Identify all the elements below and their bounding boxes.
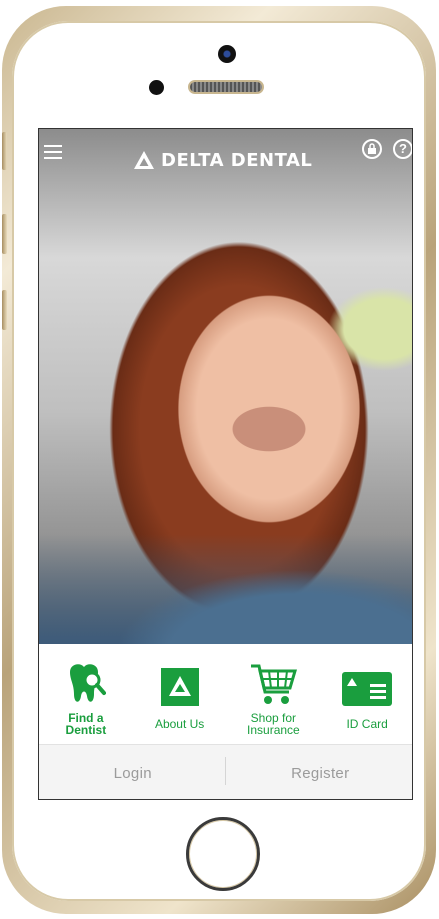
delta-triangle-icon [134, 151, 154, 169]
earpiece-speaker [188, 80, 264, 94]
shopping-cart-icon [249, 658, 298, 706]
shop-for-insurance-button[interactable]: Shop for Insurance [227, 644, 321, 744]
login-button[interactable]: Login [39, 745, 227, 799]
find-a-dentist-label: Find a Dentist [65, 711, 107, 737]
lock-icon[interactable] [362, 139, 382, 159]
logo-text: DELTA DENTAL [161, 149, 313, 171]
app-screen: DELTA DENTAL ? Find a Dentist About Us S… [38, 128, 413, 800]
home-button[interactable] [186, 817, 260, 891]
proximity-sensor [149, 80, 164, 95]
mute-switch [2, 132, 7, 170]
find-a-dentist-button[interactable]: Find a Dentist [39, 644, 133, 744]
id-card-button[interactable]: ID Card [320, 644, 412, 744]
id-card-icon [342, 658, 393, 706]
hamburger-menu-icon[interactable] [44, 145, 62, 159]
delta-logo-icon [160, 658, 199, 706]
front-camera [218, 45, 236, 63]
auth-bar: Login Register [39, 744, 413, 799]
shop-for-insurance-label: Shop for Insurance [247, 711, 300, 737]
quick-actions-bar: Find a Dentist About Us Shop for Insuran… [39, 644, 412, 744]
id-card-label: ID Card [346, 717, 388, 731]
volume-up-button [2, 214, 7, 254]
hero-image-jacket [39, 534, 412, 644]
help-icon[interactable]: ? [393, 139, 412, 159]
hero-image [39, 129, 412, 644]
volume-down-button [2, 290, 7, 330]
top-bar: DELTA DENTAL ? [39, 129, 412, 179]
auth-divider [225, 757, 226, 785]
tooth-search-icon [66, 658, 106, 706]
register-button[interactable]: Register [227, 745, 413, 799]
about-us-button[interactable]: About Us [133, 644, 227, 744]
delta-dental-logo: DELTA DENTAL [133, 149, 323, 171]
about-us-label: About Us [154, 717, 205, 731]
